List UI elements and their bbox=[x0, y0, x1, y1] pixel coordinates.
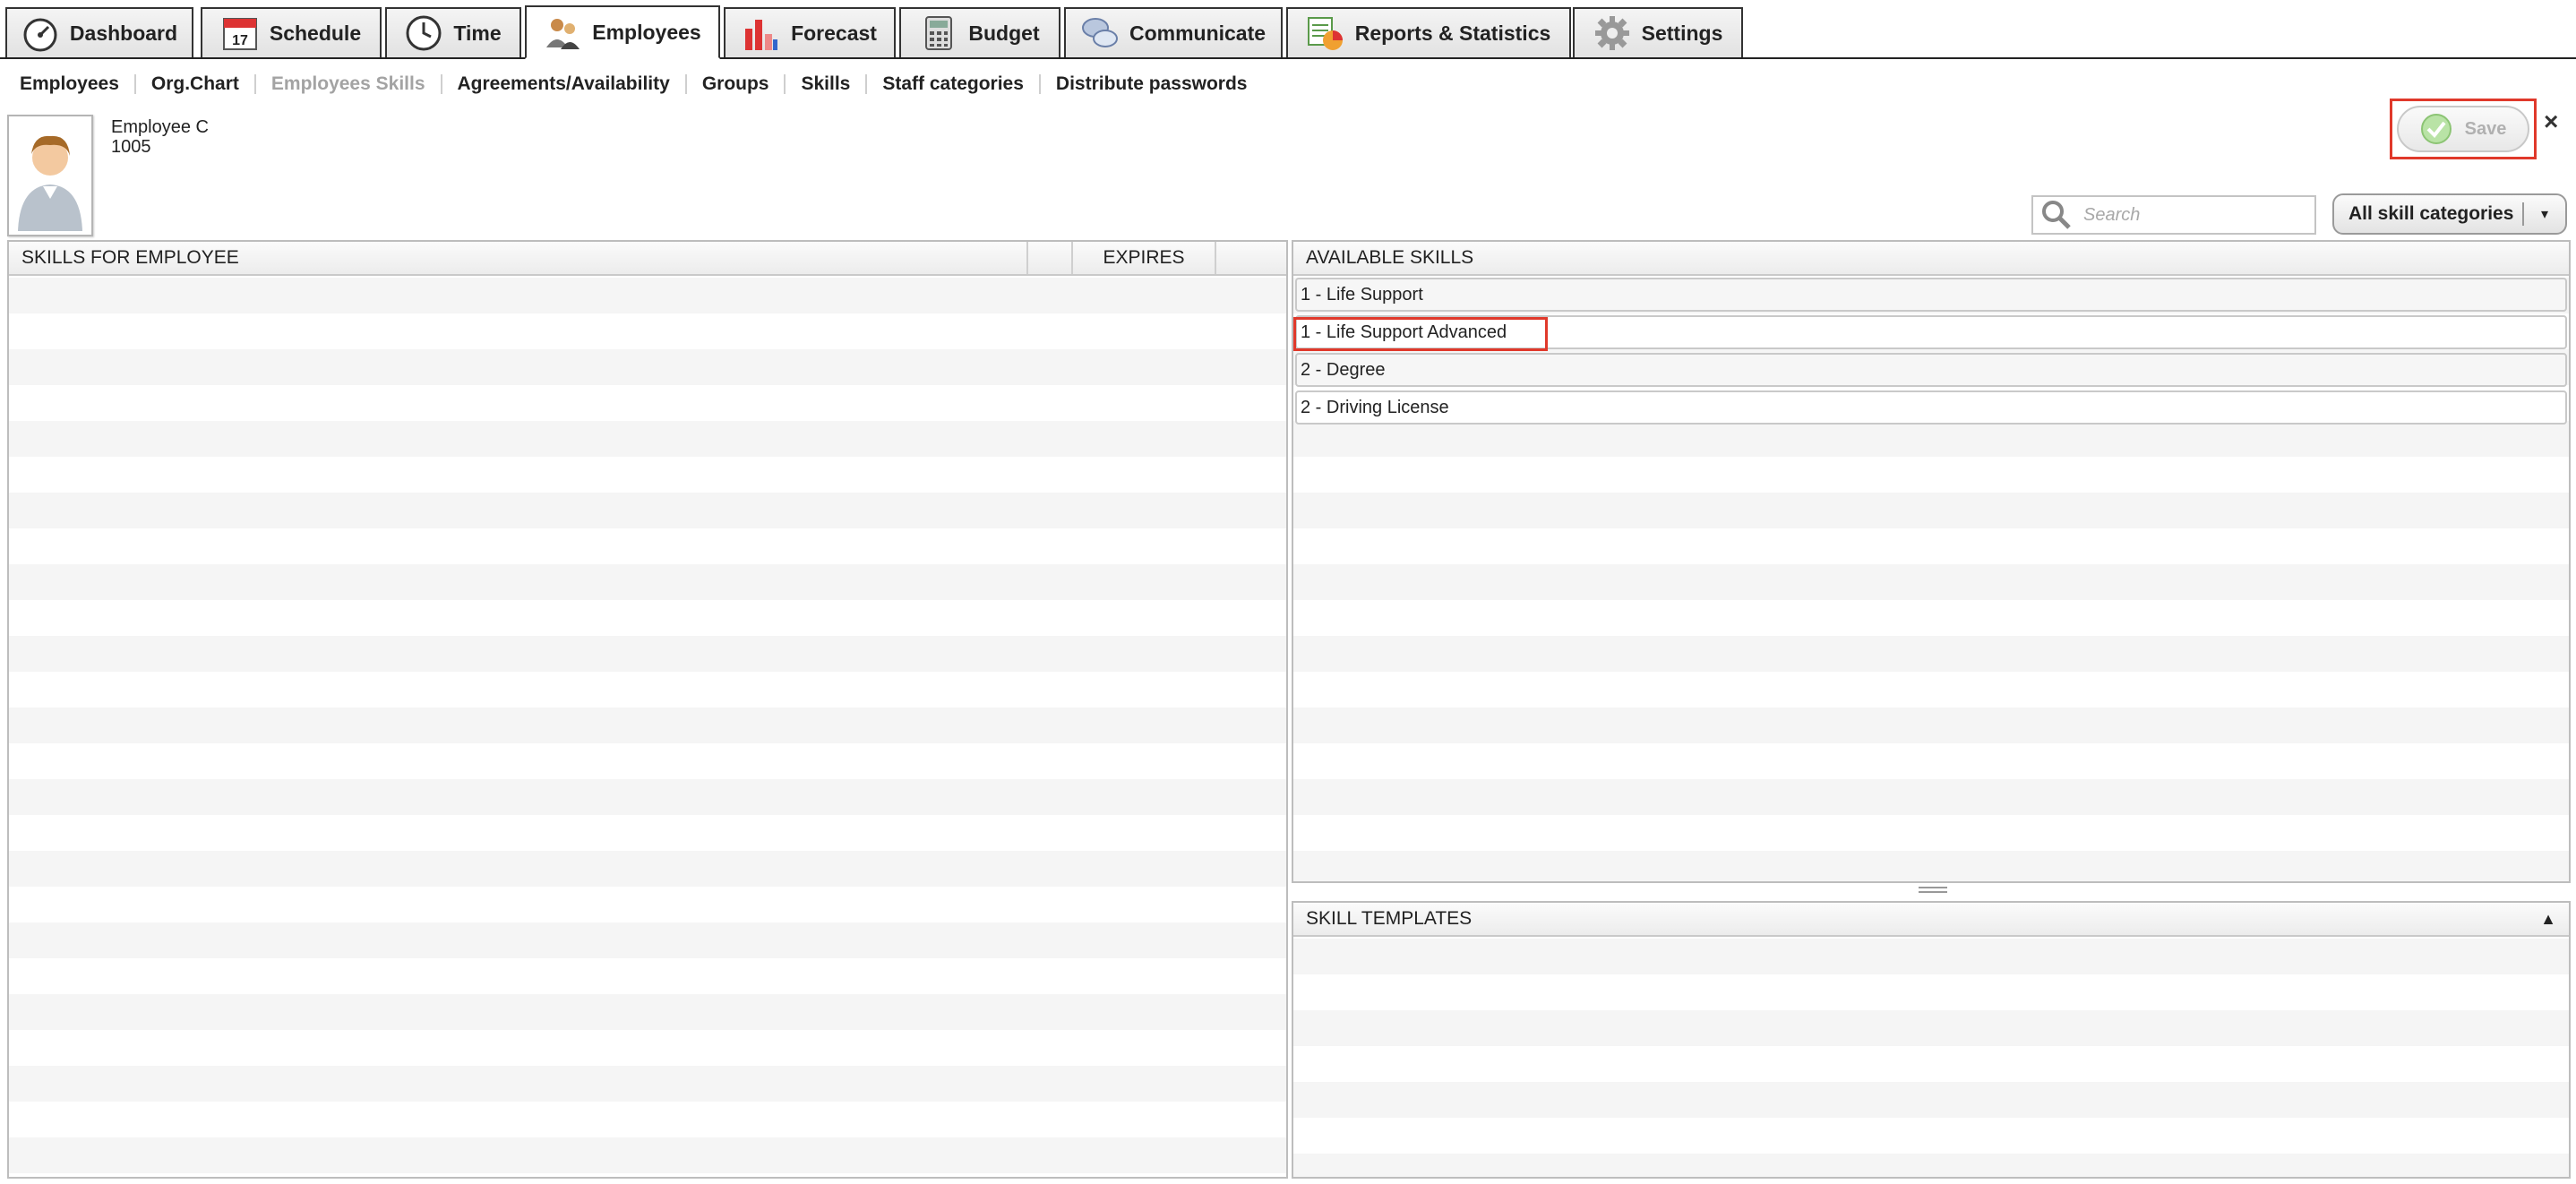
avatar[interactable] bbox=[7, 115, 93, 236]
save-button[interactable]: Save bbox=[2397, 106, 2529, 152]
tab-label: Dashboard bbox=[69, 21, 178, 45]
employees-icon bbox=[544, 13, 581, 51]
skill-templates-list[interactable] bbox=[1293, 939, 2569, 1177]
skill-highlight-box bbox=[1293, 317, 1548, 351]
sub-navigation: Employees Org.Chart Employees Skills Agr… bbox=[20, 72, 1247, 97]
available-skills-panel: AVAILABLE SKILLS 1 - Life Support 1 - Li… bbox=[1292, 240, 2571, 883]
tab-label: Reports & Statistics bbox=[1354, 21, 1551, 45]
subnav-separator bbox=[865, 74, 868, 94]
report-pie-icon bbox=[1307, 14, 1344, 52]
tab-label: Budget bbox=[968, 21, 1040, 45]
tab-reports-statistics[interactable]: Reports & Statistics bbox=[1286, 7, 1571, 57]
subnav-separator bbox=[784, 74, 786, 94]
person-avatar-icon bbox=[18, 135, 82, 231]
bar-chart-icon bbox=[743, 14, 780, 52]
subnav-distribute-passwords[interactable]: Distribute passwords bbox=[1056, 73, 1248, 95]
subnav-separator bbox=[253, 74, 256, 94]
available-skill-item[interactable]: 2 - Degree bbox=[1295, 353, 2567, 387]
tab-label: Communicate bbox=[1129, 21, 1267, 45]
subnav-separator bbox=[684, 74, 687, 94]
main-tab-bar: Dashboard 17 Schedule Time Employees For… bbox=[0, 0, 2576, 59]
available-skill-item[interactable]: 1 - Life Support bbox=[1295, 278, 2567, 312]
column-header-blank[interactable] bbox=[1028, 242, 1073, 274]
tab-label: Settings bbox=[1641, 21, 1723, 45]
subnav-agreements-availability[interactable]: Agreements/Availability bbox=[458, 73, 670, 95]
subnav-groups[interactable]: Groups bbox=[702, 73, 769, 95]
skill-search-box bbox=[2031, 195, 2316, 235]
tab-forecast[interactable]: Forecast bbox=[724, 7, 896, 57]
employee-name: Employee C bbox=[111, 117, 209, 137]
calculator-icon bbox=[920, 14, 957, 52]
panel-splitter-handle[interactable] bbox=[1919, 887, 1947, 897]
subnav-separator bbox=[133, 74, 136, 94]
chat-icon bbox=[1081, 14, 1119, 52]
skill-category-dropdown[interactable]: All skill categories ▾ bbox=[2332, 193, 2567, 235]
tab-budget[interactable]: Budget bbox=[899, 7, 1060, 57]
close-button[interactable]: × bbox=[2544, 107, 2558, 136]
tab-time[interactable]: Time bbox=[385, 7, 521, 57]
tab-dashboard[interactable]: Dashboard bbox=[5, 7, 193, 57]
clock-icon bbox=[405, 14, 442, 52]
skill-templates-panel: SKILL TEMPLATES ▲ bbox=[1292, 901, 2571, 1179]
subnav-org-chart[interactable]: Org.Chart bbox=[151, 73, 239, 95]
available-skills-header: AVAILABLE SKILLS bbox=[1293, 242, 2569, 276]
subnav-separator bbox=[1038, 74, 1041, 94]
search-icon bbox=[2033, 197, 2083, 233]
tab-label: Schedule bbox=[269, 21, 362, 45]
skills-for-employee-header: SKILLS FOR EMPLOYEE EXPIRES bbox=[9, 242, 1286, 276]
subnav-employees-skills[interactable]: Employees Skills bbox=[271, 73, 425, 95]
tab-settings[interactable]: Settings bbox=[1573, 7, 1743, 57]
skill-templates-header[interactable]: SKILL TEMPLATES ▲ bbox=[1293, 903, 2569, 937]
skill-category-selected: All skill categories bbox=[2348, 203, 2514, 224]
speedometer-icon bbox=[21, 14, 59, 52]
save-button-label: Save bbox=[2464, 118, 2507, 139]
tab-communicate[interactable]: Communicate bbox=[1064, 7, 1283, 57]
skill-templates-title: SKILL TEMPLATES bbox=[1306, 908, 1473, 929]
employee-id: 1005 bbox=[111, 137, 151, 157]
column-header-expires[interactable]: EXPIRES bbox=[1073, 242, 1216, 274]
tab-label: Forecast bbox=[791, 21, 877, 45]
available-skill-item[interactable]: 2 - Driving License bbox=[1295, 390, 2567, 425]
subnav-skills[interactable]: Skills bbox=[801, 73, 850, 95]
column-header-extra[interactable] bbox=[1216, 242, 1286, 274]
search-input[interactable] bbox=[2083, 204, 2298, 226]
skills-for-employee-list[interactable] bbox=[9, 278, 1286, 1177]
svg-text:17: 17 bbox=[232, 33, 248, 48]
tab-employees[interactable]: Employees bbox=[525, 5, 720, 59]
gear-icon bbox=[1593, 14, 1631, 52]
calendar-icon: 17 bbox=[221, 14, 259, 52]
checkmark-icon bbox=[2420, 114, 2451, 144]
collapse-triangle-icon[interactable]: ▲ bbox=[2540, 903, 2556, 935]
subnav-separator bbox=[440, 74, 442, 94]
subnav-staff-categories[interactable]: Staff categories bbox=[882, 73, 1024, 95]
column-header-skill[interactable]: SKILLS FOR EMPLOYEE bbox=[9, 242, 1028, 274]
tab-label: Employees bbox=[592, 20, 701, 44]
tab-label: Time bbox=[453, 21, 502, 45]
chevron-down-icon: ▾ bbox=[2540, 207, 2549, 222]
subnav-employees[interactable]: Employees bbox=[20, 73, 119, 95]
tab-schedule[interactable]: 17 Schedule bbox=[201, 7, 382, 57]
skills-for-employee-panel: SKILLS FOR EMPLOYEE EXPIRES bbox=[7, 240, 1288, 1179]
